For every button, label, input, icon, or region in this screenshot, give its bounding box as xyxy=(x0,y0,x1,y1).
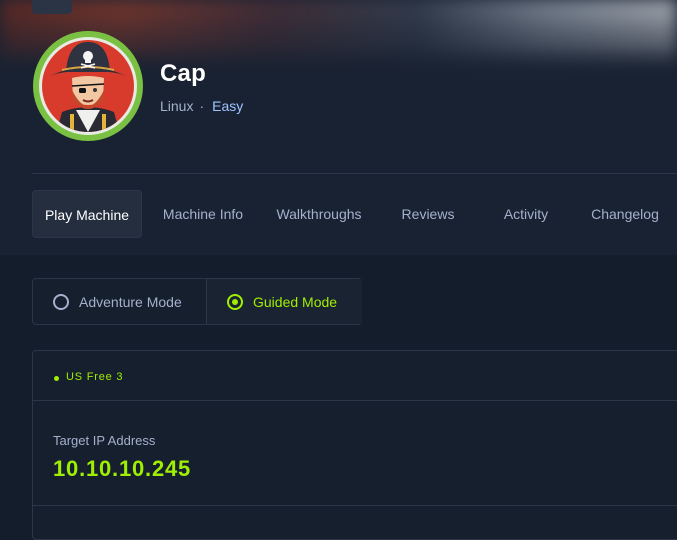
tab-walkthroughs[interactable]: Walkthroughs xyxy=(264,190,374,238)
machine-meta: Linux · Easy xyxy=(160,98,243,114)
target-ip-value[interactable]: 10.10.10.245 xyxy=(53,456,191,482)
guided-mode-option[interactable]: Guided Mode xyxy=(206,279,362,324)
machine-os: Linux xyxy=(160,98,194,114)
guided-mode-label: Guided Mode xyxy=(253,293,338,310)
tab-reviews[interactable]: Reviews xyxy=(380,190,476,238)
tab-changelog[interactable]: Changelog xyxy=(577,190,673,238)
panel-divider xyxy=(33,505,677,506)
adventure-mode-radio-icon[interactable] xyxy=(53,293,69,310)
back-button[interactable] xyxy=(32,0,72,14)
adventure-mode-label: Adventure Mode xyxy=(79,293,182,310)
machine-name: Cap xyxy=(160,60,206,87)
target-ip-label: Target IP Address xyxy=(53,433,156,448)
header-divider xyxy=(32,173,677,174)
server-status-dot-icon xyxy=(54,376,59,381)
server-name: US Free 3 xyxy=(66,371,124,383)
server-row[interactable]: US Free 3 xyxy=(33,351,677,401)
mode-selector: Adventure Mode Guided Mode xyxy=(32,278,362,325)
tab-play-machine[interactable]: Play Machine xyxy=(32,190,142,238)
tab-machine-info[interactable]: Machine Info xyxy=(145,190,261,238)
guided-mode-radio-icon[interactable] xyxy=(227,293,243,310)
machine-difficulty[interactable]: Easy xyxy=(212,98,243,114)
pirate-avatar-icon xyxy=(32,30,144,142)
connection-panel: US Free 3 Target IP Address 10.10.10.245 xyxy=(32,350,677,540)
adventure-mode-option[interactable]: Adventure Mode xyxy=(33,279,206,324)
meta-separator: · xyxy=(199,98,205,114)
tab-activity[interactable]: Activity xyxy=(478,190,574,238)
